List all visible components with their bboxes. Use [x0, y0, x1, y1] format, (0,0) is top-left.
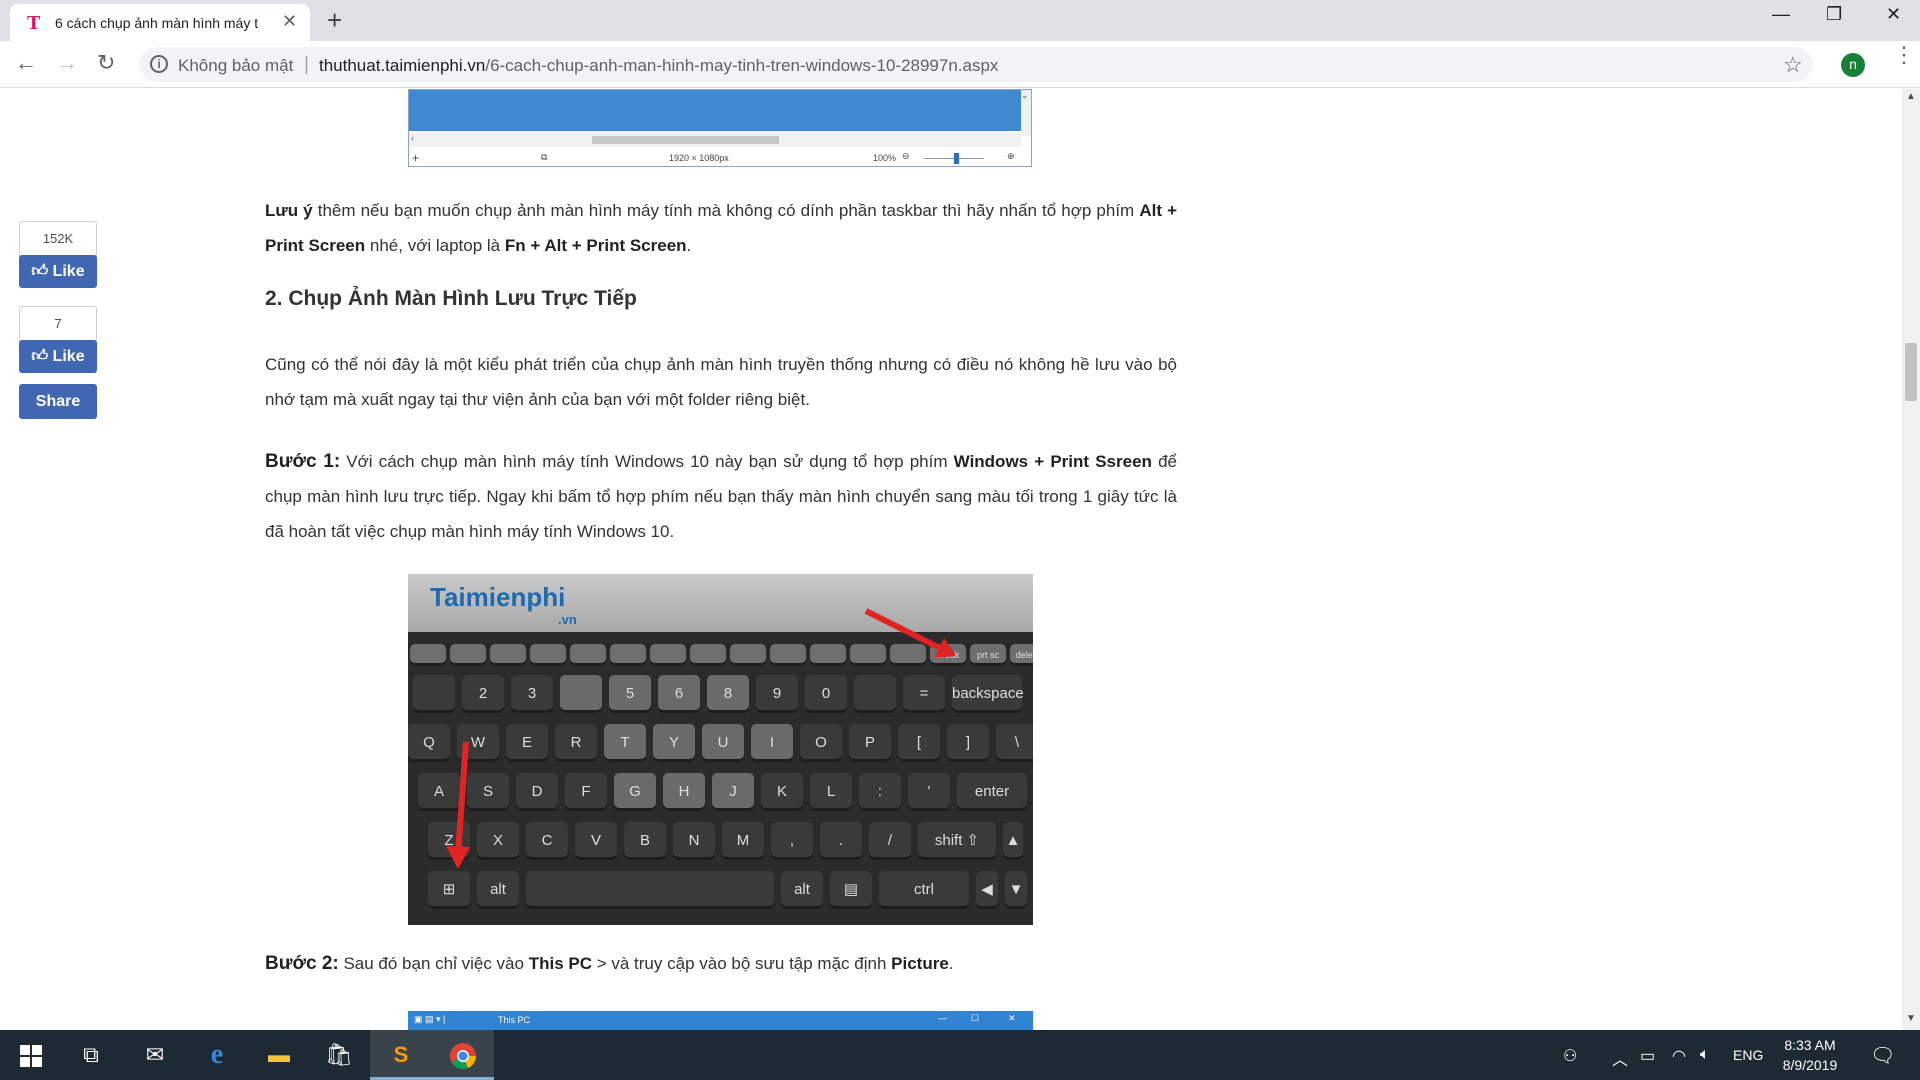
intro-paragraph: Cũng có thể nói đây là một kiểu phát tri…	[265, 355, 1177, 409]
profile-avatar[interactable]: n	[1841, 53, 1865, 77]
info-icon[interactable]: i	[150, 55, 168, 73]
clock-time: 8:33 AM	[1784, 1037, 1836, 1053]
like-count: 7	[19, 306, 97, 342]
step1-paragraph: Bước 1: Với cách chụp màn hình máy tính …	[265, 451, 1177, 541]
restore-button[interactable]: ❐	[1826, 4, 1842, 25]
url-separator: |	[304, 54, 309, 75]
start-button[interactable]	[0, 1030, 62, 1080]
forward-button[interactable]: →	[56, 50, 78, 76]
like-label: Like	[52, 348, 85, 365]
windows-taskbar: ⧉ ✉ e ▬ 🛍︎ S ⚇ ︿ ▭ ◠ 🔈︎ ENG 8:33 AM 8/9/…	[0, 1030, 1920, 1080]
article-image-thispc: ▣ ▤ ▾ | This PC — ☐ ✕	[408, 1011, 1033, 1030]
close-window-button[interactable]: ✕	[1886, 4, 1901, 25]
red-arrows	[446, 608, 956, 869]
sublime-text-icon[interactable]: S	[370, 1030, 432, 1080]
arrow-to-prtsc	[864, 608, 950, 655]
paint-hscroll-thumb	[592, 136, 779, 144]
paint-zoom-label: 100%	[873, 153, 897, 163]
url-text[interactable]: thuthuat.taimienphi.vn/6-cach-chup-anh-m…	[319, 56, 998, 76]
fb-share-button[interactable]: Share	[19, 384, 97, 419]
bookmark-star-icon[interactable]: ☆	[1783, 52, 1803, 78]
action-center-icon[interactable]: 🗨︎	[1870, 1043, 1895, 1068]
fb-like-widget-1: 152K 👍︎ Like	[19, 221, 97, 288]
site-favicon-icon: T	[27, 12, 41, 34]
paint-zoom-slider	[954, 153, 959, 164]
chrome-icon	[450, 1043, 476, 1070]
paint-status-bar: + ⧉ 1920 × 1080px 100% ⊖ ⊕	[412, 151, 1015, 165]
browser-menu-icon[interactable]: ⋮	[1893, 44, 1915, 66]
volume-icon[interactable]: 🔈︎	[1700, 1046, 1710, 1064]
mail-icon[interactable]: ✉	[124, 1030, 186, 1080]
windows-logo-icon	[20, 1045, 42, 1068]
back-button[interactable]: ←	[15, 50, 37, 76]
section-heading: 2. Chụp Ảnh Màn Hình Lưu Trực Tiếp	[265, 287, 637, 310]
like-count: 152K	[19, 221, 97, 257]
paint-hscroll: ‹	[409, 133, 1021, 147]
wifi-icon[interactable]: ◠	[1672, 1046, 1686, 1066]
reload-button[interactable]: ↻	[97, 50, 115, 76]
step2-paragraph: Bước 2: Sau đó bạn chỉ việc vào This PC …	[265, 953, 954, 974]
people-icon[interactable]: ⚇	[1563, 1046, 1577, 1066]
edge-browser-icon[interactable]: e	[186, 1030, 248, 1080]
arrow-to-windows-key	[455, 741, 469, 855]
keyboard-photo: Taimienphi .vn breakprt sc sysrqdelete 2…	[408, 574, 1033, 925]
fb-like-button[interactable]: 👍︎ Like	[19, 340, 97, 373]
page-viewport: ⌄ ‹ + ⧉ 1920 × 1080px 100% ⊖ ⊕ 152K 👍︎ L…	[0, 89, 1902, 1030]
tab-strip: T 6 cách chụp ảnh màn hình máy t ✕ + — ❐…	[0, 0, 1920, 41]
page-scrollbar[interactable]: ▲ ▼	[1902, 89, 1920, 1030]
tray-expand-icon[interactable]: ︿	[1612, 1046, 1628, 1070]
url-path: /6-cach-chup-anh-man-hinh-may-tinh-tren-…	[485, 56, 999, 75]
scroll-up-icon[interactable]: ▲	[1906, 91, 1916, 102]
scroll-down-icon[interactable]: ▼	[1906, 1013, 1916, 1024]
address-bar[interactable]: i Không bảo mật | thuthuat.taimienphi.vn…	[140, 47, 1812, 82]
arrow-head-windows-icon	[446, 846, 470, 869]
file-explorer-icon[interactable]: ▬	[248, 1030, 310, 1080]
paint-size-label: 1920 × 1080px	[669, 153, 729, 163]
note-paragraph: Lưu ý thêm nếu bạn muốn chụp ảnh màn hìn…	[265, 201, 1177, 255]
tab-title: 6 cách chụp ảnh màn hình máy t	[55, 15, 259, 31]
taskbar-clock[interactable]: 8:33 AM 8/9/2019	[1770, 1035, 1850, 1075]
like-label: Like	[52, 263, 85, 280]
url-domain: thuthuat.taimienphi.vn	[319, 56, 486, 75]
chrome-taskbar-button[interactable]	[432, 1030, 494, 1080]
fb-like-button[interactable]: 👍︎ Like	[19, 255, 97, 288]
minimize-button[interactable]: —	[1772, 4, 1790, 25]
security-status[interactable]: Không bảo mật	[178, 56, 293, 76]
scrollbar-thumb[interactable]	[1905, 343, 1917, 401]
task-view-icon[interactable]: ⧉	[60, 1030, 122, 1080]
paint-vscroll: ⌄	[1021, 90, 1031, 136]
tab-close-icon[interactable]: ✕	[282, 11, 297, 32]
article-image-paint-window: ⌄ ‹ + ⧉ 1920 × 1080px 100% ⊖ ⊕	[408, 89, 1032, 167]
language-indicator[interactable]: ENG	[1733, 1047, 1763, 1063]
battery-icon[interactable]: ▭	[1640, 1046, 1655, 1066]
store-icon[interactable]: 🛍︎	[308, 1030, 370, 1080]
fb-like-widget-2: 7 👍︎ Like	[19, 306, 97, 373]
browser-toolbar: ← → ↻ i Không bảo mật | thuthuat.taimien…	[0, 41, 1920, 88]
clock-date: 8/9/2019	[1782, 1057, 1838, 1073]
thispc-title: This PC	[498, 1015, 531, 1025]
thumbs-up-icon: 👍︎	[31, 348, 49, 365]
thumbs-up-icon: 👍︎	[31, 263, 49, 280]
browser-tab[interactable]: T 6 cách chụp ảnh màn hình máy t ✕	[10, 4, 310, 41]
paint-canvas	[409, 90, 1021, 131]
new-tab-button[interactable]: +	[327, 5, 342, 36]
